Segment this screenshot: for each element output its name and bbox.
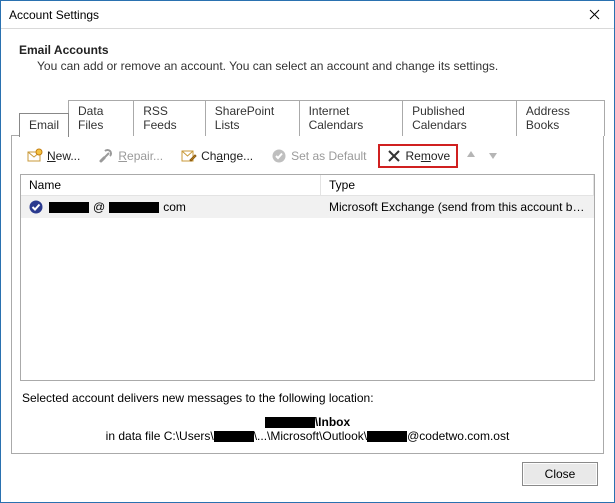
window-title: Account Settings xyxy=(9,8,99,22)
tab-sharepoint-lists[interactable]: SharePoint Lists xyxy=(205,100,300,136)
name-tld: com xyxy=(163,200,186,214)
column-name[interactable]: Name xyxy=(21,175,321,195)
move-up-button xyxy=(462,148,480,165)
tab-address-books[interactable]: Address Books xyxy=(516,100,605,136)
change-button[interactable]: Change... xyxy=(174,144,260,168)
move-down-button xyxy=(484,148,502,165)
info-location: \Inbox in data file C:\Users\ \...\Micros… xyxy=(22,415,593,443)
close-button[interactable]: Close xyxy=(522,462,598,486)
account-settings-window: Account Settings Email Accounts You can … xyxy=(0,0,615,503)
titlebar: Account Settings xyxy=(1,1,614,29)
toolbar: New... Repair... xyxy=(18,142,597,172)
tab-rss-feeds[interactable]: RSS Feeds xyxy=(133,100,206,136)
new-button[interactable]: New... xyxy=(20,144,87,168)
close-label: Close xyxy=(545,467,576,481)
info-path-suffix: @codetwo.com.ost xyxy=(407,429,509,443)
info-line1: Selected account delivers new messages t… xyxy=(22,391,593,405)
intro-subtext: You can add or remove an account. You ca… xyxy=(19,59,602,73)
change-icon xyxy=(181,148,197,164)
tab-email[interactable]: Email xyxy=(19,113,69,137)
new-label: New... xyxy=(47,149,80,163)
change-label: Change... xyxy=(201,149,253,163)
name-at: @ xyxy=(93,200,105,214)
window-close-button[interactable] xyxy=(574,1,614,29)
info-folder: \Inbox xyxy=(315,415,350,429)
check-circle-icon xyxy=(271,148,287,164)
repair-button: Repair... xyxy=(91,144,170,168)
redacted-text xyxy=(49,202,89,213)
intro-heading: Email Accounts xyxy=(19,43,602,57)
redacted-text xyxy=(367,431,407,442)
remove-label: Remove xyxy=(406,149,451,163)
tab-content: New... Repair... xyxy=(11,135,604,454)
redacted-text xyxy=(214,431,254,442)
column-type[interactable]: Type xyxy=(321,175,594,195)
intro-block: Email Accounts You can add or remove an … xyxy=(11,37,604,81)
tab-internet-calendars[interactable]: Internet Calendars xyxy=(299,100,404,136)
repair-label: Repair... xyxy=(118,149,163,163)
footer: Close xyxy=(11,454,604,492)
set-default-button: Set as Default xyxy=(264,144,373,168)
info-path-prefix: in data file C:\Users\ xyxy=(106,429,214,443)
cell-name: @ com xyxy=(21,198,321,216)
cell-type: Microsoft Exchange (send from this accou… xyxy=(321,198,594,216)
table-row[interactable]: @ com Microsoft Exchange (send from this… xyxy=(21,196,594,218)
remove-icon xyxy=(386,148,402,164)
mail-new-icon xyxy=(27,148,43,164)
list-body: @ com Microsoft Exchange (send from this… xyxy=(21,196,594,380)
tab-bar: Email Data Files RSS Feeds SharePoint Li… xyxy=(11,99,604,135)
accounts-list: Name Type xyxy=(20,174,595,381)
tab-published-calendars[interactable]: Published Calendars xyxy=(402,100,517,136)
info-path-mid: \...\Microsoft\Outlook\ xyxy=(254,429,367,443)
set-default-label: Set as Default xyxy=(291,149,366,163)
info-block: Selected account delivers new messages t… xyxy=(18,381,597,447)
list-header: Name Type xyxy=(21,175,594,196)
redacted-text xyxy=(265,417,315,428)
default-account-icon xyxy=(29,200,43,214)
remove-button[interactable]: Remove xyxy=(378,144,459,168)
tab-data-files[interactable]: Data Files xyxy=(68,100,134,136)
close-icon xyxy=(586,7,602,23)
client-area: Email Accounts You can add or remove an … xyxy=(1,29,614,502)
redacted-text xyxy=(109,202,159,213)
repair-icon xyxy=(98,148,114,164)
